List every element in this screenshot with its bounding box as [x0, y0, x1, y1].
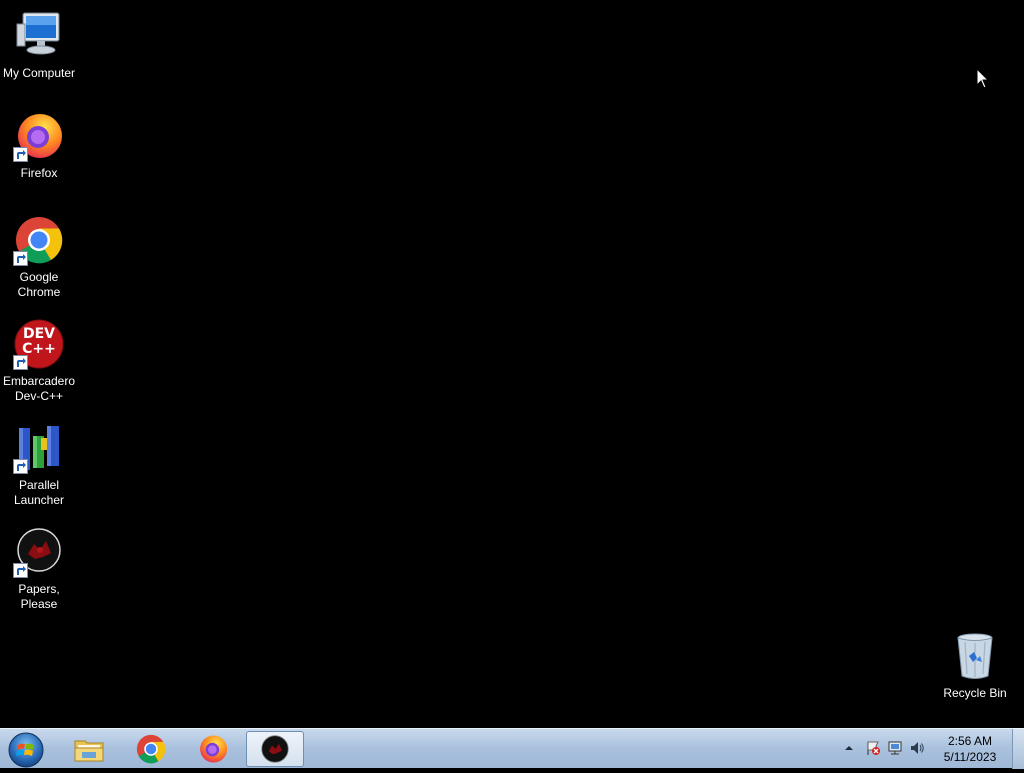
clock-time: 2:56 AM [947, 734, 993, 748]
shortcut-arrow-icon [13, 459, 28, 474]
computer-icon [13, 10, 65, 62]
chrome-icon [136, 734, 166, 764]
desktop-icon-label: My Computer [2, 66, 76, 80]
desktop-icon-papers-please[interactable]: Papers, Please [0, 526, 79, 612]
desktop-icon-google-chrome[interactable]: Google Chrome [0, 214, 79, 300]
desktop-icon-recycle-bin[interactable]: Recycle Bin [935, 630, 1015, 701]
shortcut-arrow-icon [13, 563, 28, 578]
firefox-icon [13, 110, 65, 162]
folder-icon [74, 740, 104, 762]
papers-please-icon [13, 526, 65, 578]
start-button[interactable] [4, 730, 48, 768]
system-tray: 2:56 AM 5/11/2023 [839, 729, 1024, 769]
desktop-icon-parallel-launcher[interactable]: Parallel Launcher [0, 422, 79, 508]
mouse-cursor-icon [976, 67, 990, 90]
show-desktop-button[interactable] [1012, 729, 1024, 769]
clock-date: 5/11/2023 [943, 750, 997, 764]
desktop[interactable]: My Computer Firefox Google Chrome DEV C+… [0, 0, 1024, 728]
recycle-bin-icon [949, 630, 1001, 682]
windows-start-icon [8, 732, 44, 768]
taskbar: 2:56 AM 5/11/2023 [0, 728, 1024, 769]
clock[interactable]: 2:56 AM 5/11/2023 [938, 733, 1002, 765]
papers-please-icon [261, 735, 289, 763]
chrome-icon [13, 214, 65, 266]
taskbar-button-firefox[interactable] [185, 731, 241, 767]
devcpp-icon: DEV C++ [13, 318, 65, 370]
devcpp-icon-text: DEV C++ [22, 326, 56, 357]
desktop-icon-label: Recycle Bin [943, 686, 1007, 700]
volume-icon[interactable] [909, 740, 925, 756]
taskbar-button-google-chrome[interactable] [123, 731, 179, 767]
action-center-flag-icon[interactable] [865, 740, 881, 756]
shortcut-arrow-icon [13, 251, 28, 266]
desktop-icon-firefox[interactable]: Firefox [0, 110, 79, 181]
network-icon[interactable] [887, 740, 903, 756]
shortcut-arrow-icon [13, 355, 28, 370]
desktop-icon-my-computer[interactable]: My Computer [0, 10, 79, 81]
show-hidden-icons-arrow[interactable] [841, 740, 857, 756]
desktop-icon-label: Firefox [20, 166, 58, 180]
parallel-launcher-icon [13, 422, 65, 474]
firefox-icon [200, 735, 228, 763]
desktop-icon-label: Google Chrome [17, 270, 61, 299]
shortcut-arrow-icon [13, 147, 28, 162]
taskbar-button-file-explorer[interactable] [61, 731, 117, 767]
desktop-icon-label: Papers, Please [18, 582, 60, 611]
desktop-icon-label: Embarcadero Dev-C++ [2, 374, 76, 403]
taskbar-button-papers-please[interactable] [246, 731, 304, 767]
desktop-icon-label: Parallel Launcher [13, 478, 65, 507]
desktop-icon-devcpp[interactable]: DEV C++ Embarcadero Dev-C++ [0, 318, 79, 404]
